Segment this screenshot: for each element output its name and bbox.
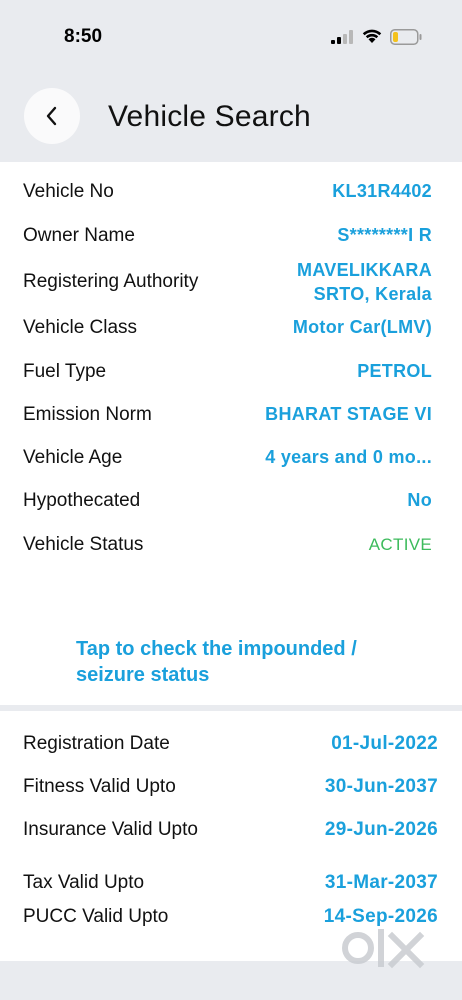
validity-label: Insurance Valid Upto (23, 819, 198, 840)
validity-label: Tax Valid Upto (23, 872, 145, 893)
validity-value: 14-Sep-2026 (323, 906, 438, 927)
detail-value: KL31R4402 (332, 181, 432, 201)
detail-value: PETROL (357, 361, 432, 381)
detail-value: No (407, 490, 432, 510)
detail-value: 4 years and 0 mo... (265, 447, 432, 467)
detail-label: Vehicle Status (23, 534, 144, 555)
validity-value: 29-Jun-2026 (324, 819, 438, 840)
back-button[interactable] (24, 88, 80, 144)
battery-low-icon (390, 29, 422, 45)
detail-label: Vehicle No (23, 181, 114, 202)
detail-label: Emission Norm (23, 404, 152, 425)
detail-label: Hypothecated (23, 490, 141, 511)
detail-label: Vehicle Class (23, 317, 138, 338)
impound-status-link[interactable]: Tap to check the impounded / seizure sta… (76, 636, 416, 688)
validity-label: Fitness Valid Upto (23, 776, 176, 797)
detail-value: MAVELIKKARA SRTO, Kerala (297, 258, 432, 306)
detail-label: Vehicle Age (23, 447, 123, 468)
app-header: Vehicle Search (0, 70, 462, 162)
validity-value: 01-Jul-2022 (331, 733, 438, 754)
validity-label: Registration Date (23, 733, 170, 754)
detail-value: BHARAT STAGE VI (265, 404, 432, 424)
detail-label: Fuel Type (23, 361, 107, 382)
validity-label: PUCC Valid Upto (23, 906, 169, 927)
olx-watermark-logo (342, 929, 425, 969)
cellular-signal-icon (331, 30, 353, 44)
vehicle-details-card: Vehicle No KL31R4402 Owner Name S*******… (0, 162, 462, 705)
detail-value: Motor Car(LMV) (292, 317, 432, 337)
wifi-icon (362, 29, 382, 43)
validity-details-card: Registration Date 01-Jul-2022 Fitness Va… (0, 711, 462, 961)
detail-value-line: SRTO, Kerala (313, 284, 432, 304)
status-time: 8:50 (64, 26, 103, 47)
status-badge: ACTIVE (368, 535, 432, 554)
detail-value: S********I R (337, 225, 432, 245)
page-title: Vehicle Search (108, 100, 311, 133)
chevron-left-icon (46, 106, 57, 126)
validity-value: 30-Jun-2037 (324, 776, 438, 797)
status-bar: 8:50 (0, 0, 462, 70)
validity-value: 31-Mar-2037 (324, 872, 438, 893)
detail-label: Registering Authority (23, 271, 199, 292)
detail-label: Owner Name (23, 225, 135, 246)
detail-value-line: MAVELIKKARA (297, 260, 432, 280)
